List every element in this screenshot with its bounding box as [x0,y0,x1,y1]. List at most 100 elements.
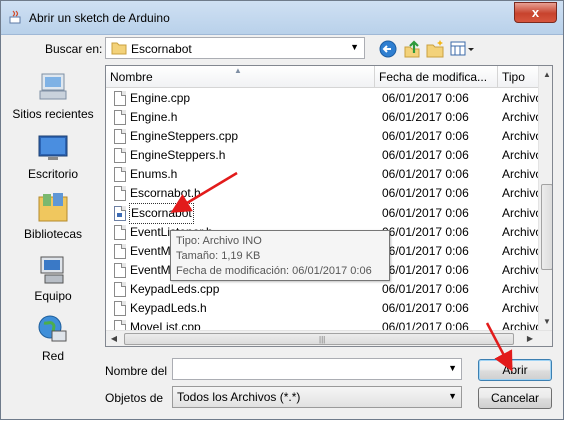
look-in-combo[interactable]: Escornabot ▼ [105,37,365,59]
place-recent[interactable]: Sitios recientes [6,71,100,121]
file-name-input[interactable]: ▼ [172,358,462,380]
file-row[interactable]: EngineSteppers.cpp 06/01/2017 0:06 Archivo [106,127,542,146]
vertical-scrollbar[interactable]: ▲ ▼ [538,66,552,330]
close-button[interactable]: x [514,2,557,23]
file-icon [114,262,126,278]
file-date: 06/01/2017 0:06 [382,110,469,125]
file-row[interactable]: Engine.cpp 06/01/2017 0:06 Archivo [106,89,542,108]
file-icon [114,167,126,183]
chevron-down-icon: ▼ [448,391,457,401]
file-name: EngineSteppers.cpp [130,129,239,144]
back-arrow-icon[interactable] [378,39,398,59]
file-info-tooltip: Tipo: Archivo INO Tamaño: 1,19 KB Fecha … [170,230,390,281]
file-type: Archivo [502,167,543,182]
new-folder-icon[interactable] [425,39,445,59]
file-date: 06/01/2017 0:06 [382,91,469,105]
horizontal-scroll-thumb[interactable]: ||| [124,333,514,345]
cancel-button[interactable]: Cancelar [478,387,552,409]
scroll-up-icon[interactable]: ▲ [539,66,552,83]
column-header-date[interactable]: Fecha de modifica... [375,66,498,88]
file-icon [114,148,126,164]
file-type: Archivo [502,243,543,258]
computer-icon [40,256,64,284]
column-type-label: Tipo [502,70,525,84]
scroll-left-icon[interactable]: ◀ [106,331,122,346]
window-title: Abrir un sketch de Arduino [29,11,170,25]
look-in-label: Buscar en: [45,42,103,56]
file-type: Archivo [502,281,543,296]
file-row[interactable]: KeypadLeds.cpp 06/01/2017 0:06 Archivo [106,280,542,299]
view-menu-icon[interactable] [449,39,475,59]
place-libraries[interactable]: Bibliotecas [6,191,100,241]
file-icon [114,243,126,259]
file-type: Archivo [502,262,543,277]
file-type: Archivo [502,205,543,220]
file-type: Archivo [502,224,543,239]
file-type-select[interactable]: Todos los Archivos (*.*) ▼ [172,386,462,408]
open-button[interactable]: Abrir [478,359,552,381]
place-label: Bibliotecas [23,227,83,241]
place-desktop[interactable]: Escritorio [6,131,100,181]
file-icon [114,91,126,106]
file-row-escornabot-ino[interactable]: Escornabot 06/01/2017 0:06 Archivo [106,202,542,224]
chevron-down-icon[interactable]: ▼ [448,363,457,373]
file-name: EngineSteppers.h [130,148,226,163]
file-name: KeypadLeds.h [130,301,207,316]
column-date-label: Fecha de modifica... [379,70,488,84]
place-network[interactable]: Red [6,313,100,363]
file-type-value: Todos los Archivos (*.*) [177,390,301,404]
libraries-icon [38,193,68,222]
look-in-value: Escornabot [131,42,192,56]
place-label: Sitios recientes [12,107,94,121]
place-computer[interactable]: Equipo [6,253,100,303]
open-sketch-dialog: Abrir un sketch de Arduino x Buscar en: … [0,0,564,420]
file-date: 06/01/2017 0:06 [382,148,469,163]
file-icon [114,301,126,317]
recent-places-icon [39,73,67,100]
tooltip-size: Tamaño: 1,19 KB [176,250,261,262]
file-date: 06/01/2017 0:06 [382,129,469,144]
scroll-down-icon[interactable]: ▼ [539,313,552,330]
file-row[interactable]: KeypadLeds.h 06/01/2017 0:06 Archivo [106,299,542,318]
file-icon [114,224,126,240]
file-type: Archivo [502,110,543,125]
file-rows: Engine.cpp 06/01/2017 0:06 Archivo Engine.… [106,89,542,337]
file-name: Escornabot.h [130,186,201,201]
file-list[interactable]: Nombre ▲ Fecha de modifica... Tipo Engin… [105,65,553,347]
file-type: Archivo [502,186,543,201]
file-row[interactable]: Enums.h 06/01/2017 0:06 Archivo [106,165,542,184]
file-icon [114,110,126,126]
places-bar: Sitios recientes Escritorio Bibliotecas [6,65,100,413]
title-bar[interactable]: Abrir un sketch de Arduino x [1,1,563,35]
tooltip-modified: Fecha de modificación: 06/01/2017 0:06 [176,265,372,277]
file-icon [114,281,126,297]
file-name: Engine.h [130,110,178,125]
file-date: 06/01/2017 0:06 [382,262,469,277]
horizontal-scrollbar[interactable]: ◀ ||| ▶ [106,330,552,346]
file-date: 06/01/2017 0:06 [382,205,469,220]
file-row[interactable]: EngineSteppers.h 06/01/2017 0:06 Archivo [106,146,542,165]
java-app-icon [9,10,21,24]
file-date: 06/01/2017 0:06 [382,301,469,316]
file-name: Escornabot [129,202,194,224]
file-date: 06/01/2017 0:06 [382,281,469,296]
grip-icon: ||| [319,335,326,344]
file-row[interactable]: Engine.h 06/01/2017 0:06 Archivo [106,108,542,127]
file-name: Enums.h [130,167,178,182]
file-date: 06/01/2017 0:06 [382,167,469,182]
place-label: Red [41,349,64,363]
file-type: Archivo [502,129,543,144]
vertical-scroll-thumb[interactable] [541,184,552,270]
file-name: KeypadLeds.cpp [130,281,220,296]
scroll-right-icon[interactable]: ▶ [522,331,538,346]
file-type: Archivo [502,148,543,163]
network-icon [38,315,67,342]
column-header-name[interactable]: Nombre ▲ [106,66,375,88]
place-label: Equipo [34,289,72,303]
file-date: 06/01/2017 0:06 [382,224,469,239]
up-folder-icon[interactable] [402,39,422,59]
file-row[interactable]: Escornabot.h 06/01/2017 0:06 Archivo [106,184,542,203]
file-date: 06/01/2017 0:06 [382,186,469,201]
file-type: Archivo [502,301,543,316]
ino-file-icon [114,205,126,221]
